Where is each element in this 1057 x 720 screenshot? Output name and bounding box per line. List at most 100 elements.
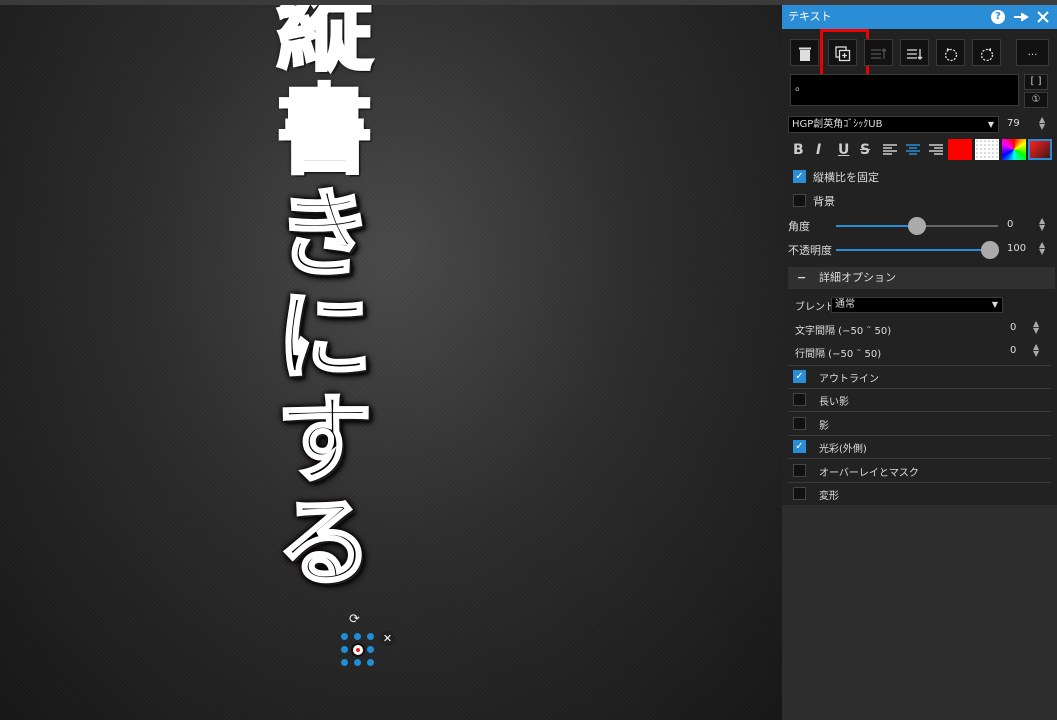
align-left-icon[interactable] bbox=[882, 142, 898, 161]
chevron-down-icon: ▼ bbox=[991, 300, 998, 309]
shadow-checkbox[interactable] bbox=[793, 417, 806, 430]
collapse-icon[interactable]: − bbox=[797, 267, 806, 289]
more-button[interactable]: ... bbox=[1016, 39, 1049, 66]
canvas-texture bbox=[0, 5, 782, 720]
angle-slider-track[interactable] bbox=[918, 225, 998, 227]
angle-stepper-icon[interactable]: ▲ ▼ bbox=[1039, 217, 1045, 232]
handle-dot bbox=[367, 659, 374, 666]
arrange-down-icon bbox=[906, 48, 922, 60]
duplicate-highlight-box bbox=[820, 29, 869, 77]
text-input[interactable]: 。 bbox=[790, 74, 1019, 106]
vertical-char: 縦 bbox=[275, 5, 374, 84]
bold-button[interactable]: B bbox=[793, 142, 804, 158]
remove-layer-button[interactable]: ✕ bbox=[380, 631, 395, 646]
panel-title: テキスト bbox=[788, 10, 832, 23]
panel-title-bar: テキスト ? bbox=[782, 5, 1057, 29]
underline-button[interactable]: U bbox=[838, 142, 849, 158]
outer-glow-label: 光彩(外側) bbox=[819, 444, 867, 455]
vertical-text-layer[interactable]: 縦 書 き に す る bbox=[262, 5, 387, 596]
info-button[interactable]: ① bbox=[1024, 92, 1048, 108]
pin-icon[interactable] bbox=[1013, 5, 1029, 29]
move-handle[interactable] bbox=[341, 633, 375, 667]
vertical-char: る bbox=[262, 490, 387, 596]
divider bbox=[788, 458, 1051, 459]
handle-dot bbox=[341, 659, 348, 666]
panel-empty-area bbox=[782, 505, 1057, 720]
handle-dot bbox=[354, 659, 361, 666]
angle-slider-fill bbox=[836, 225, 918, 227]
vertical-char: 書 bbox=[275, 75, 374, 187]
long-shadow-checkbox[interactable] bbox=[793, 393, 806, 406]
delete-button[interactable] bbox=[790, 39, 819, 66]
background-checkbox[interactable] bbox=[793, 194, 806, 207]
send-down-button[interactable] bbox=[900, 39, 929, 66]
outline-label: アウトライン bbox=[819, 374, 879, 385]
rotate-handle-icon[interactable]: ⟳ bbox=[349, 612, 360, 627]
outline-checkbox[interactable]: ✓ bbox=[793, 370, 806, 383]
text-color-swatch[interactable] bbox=[948, 139, 972, 160]
blend-select[interactable]: 通常 ▼ bbox=[831, 297, 1003, 313]
char-spacing-value[interactable]: 0 bbox=[1010, 322, 1016, 333]
bracket-button[interactable]: [ ] bbox=[1024, 74, 1048, 90]
lock-ratio-label: 縦横比を固定 bbox=[813, 171, 879, 184]
vertical-char: す bbox=[262, 387, 387, 493]
text-panel: テキスト ? ... 。 [] ① HGP創英角ｺﾞｼｯｸUB ▼ 79 ▲ … bbox=[782, 5, 1057, 720]
line-spacing-stepper-icon[interactable]: ▲ ▼ bbox=[1033, 343, 1039, 358]
line-spacing-value[interactable]: 0 bbox=[1010, 345, 1016, 356]
transform-checkbox[interactable] bbox=[793, 487, 806, 500]
blend-label: ブレンド bbox=[795, 302, 835, 313]
arrange-up-icon bbox=[870, 47, 886, 59]
canvas[interactable]: 縦 書 き に す る ⟳ ✕ bbox=[0, 5, 782, 720]
handle-dot bbox=[341, 646, 348, 653]
angle-value[interactable]: 0 bbox=[1007, 219, 1013, 230]
background-label: 背景 bbox=[813, 195, 835, 208]
bring-up-button[interactable] bbox=[864, 39, 893, 66]
lock-ratio-checkbox[interactable]: ✓ bbox=[793, 170, 806, 183]
panel-body: ... 。 [ ] ① HGP創英角ｺﾞｼｯｸUB ▼ 79 ▲ ▼ B I U … bbox=[782, 29, 1057, 505]
italic-button[interactable]: I bbox=[816, 142, 821, 158]
align-right-icon[interactable] bbox=[928, 142, 944, 161]
overlay-mask-label: オーバーレイとマスク bbox=[819, 468, 919, 479]
divider bbox=[788, 365, 1051, 366]
advanced-options-header[interactable]: − 詳細オプション bbox=[788, 267, 1055, 289]
handle-dot bbox=[354, 633, 361, 640]
font-size-stepper-icon[interactable]: ▲ ▼ bbox=[1039, 116, 1045, 131]
strikethrough-button[interactable]: S bbox=[860, 142, 870, 158]
close-icon[interactable] bbox=[1037, 5, 1049, 29]
char-spacing-label: 文字間隔 (−50 ˜ 50) bbox=[795, 326, 892, 337]
rotate-left-icon bbox=[944, 47, 957, 61]
opacity-stepper-icon[interactable]: ▲ ▼ bbox=[1039, 241, 1045, 256]
pattern-swatch[interactable] bbox=[975, 139, 999, 160]
advanced-options-title: 詳細オプション bbox=[819, 271, 896, 284]
vertical-char: き bbox=[262, 181, 387, 287]
font-size-value[interactable]: 79 bbox=[1007, 118, 1020, 129]
long-shadow-label: 長い影 bbox=[819, 397, 849, 408]
divider bbox=[788, 482, 1051, 483]
handle-dot bbox=[341, 633, 348, 640]
handle-dot bbox=[367, 633, 374, 640]
opacity-value[interactable]: 100 bbox=[1007, 243, 1026, 254]
anchor-center[interactable] bbox=[351, 643, 365, 657]
shadow-label: 影 bbox=[819, 421, 829, 432]
font-family-select[interactable]: HGP創英角ｺﾞｼｯｸUB ▼ bbox=[788, 116, 999, 133]
gradient-swatch[interactable] bbox=[1002, 139, 1026, 160]
divider bbox=[788, 388, 1051, 389]
line-spacing-label: 行間隔 (−50 ˜ 50) bbox=[795, 349, 882, 360]
opacity-slider-handle[interactable] bbox=[981, 241, 999, 259]
vertical-char: に bbox=[262, 284, 387, 390]
opacity-slider-fill bbox=[836, 249, 988, 251]
align-center-icon[interactable] bbox=[905, 142, 921, 161]
overlay-mask-checkbox[interactable] bbox=[793, 464, 806, 477]
angle-slider-handle[interactable] bbox=[908, 217, 926, 235]
trash-icon bbox=[798, 47, 811, 61]
blend-value: 通常 bbox=[835, 299, 855, 310]
selected-gradient-swatch[interactable] bbox=[1028, 139, 1052, 160]
help-icon[interactable]: ? bbox=[991, 10, 1005, 24]
divider bbox=[788, 411, 1051, 412]
outer-glow-checkbox[interactable]: ✓ bbox=[793, 440, 806, 453]
char-spacing-stepper-icon[interactable]: ▲ ▼ bbox=[1033, 320, 1039, 335]
transform-label: 変形 bbox=[819, 491, 839, 502]
chevron-down-icon: ▼ bbox=[987, 120, 994, 129]
rotate-left-button[interactable] bbox=[936, 39, 965, 66]
rotate-right-button[interactable] bbox=[972, 39, 1001, 66]
